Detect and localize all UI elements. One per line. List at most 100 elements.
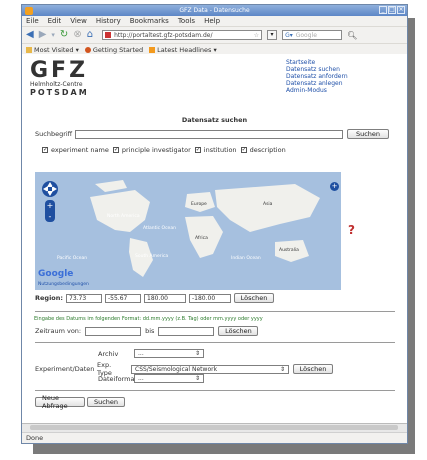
select-arrow-icon: ⇕ (194, 350, 200, 357)
link-datensatz-suchen[interactable]: Datensatz suchen (286, 66, 348, 73)
url-dropdown-button[interactable]: ▾ (267, 30, 278, 40)
map-pan-zoom-control[interactable]: + - (41, 180, 59, 226)
folder-icon (26, 46, 32, 53)
help-icon[interactable]: ? (348, 224, 360, 237)
map-label-asia: Asia (263, 202, 273, 207)
archive-label: Archiv (98, 349, 119, 358)
status-bar: Done (22, 432, 407, 443)
search-box[interactable]: G▾ Google (282, 30, 343, 40)
checkbox-principle-investigator[interactable]: ✓ principle investigator (112, 146, 191, 154)
rss-feed-icon (149, 46, 156, 53)
map-continents (90, 180, 320, 277)
menu-view[interactable]: View (70, 17, 87, 25)
menu-edit[interactable]: Edit (48, 17, 62, 25)
checkbox-institution[interactable]: ✓ institution (194, 146, 237, 154)
time-row: Zeitraum von: bis Löschen (35, 326, 259, 336)
title-bar: GFZ Data - Datensuche _ □ × (22, 5, 407, 16)
world-map[interactable]: North America Atlantic Ocean South Ameri… (35, 172, 341, 290)
svg-text:+: + (47, 201, 54, 210)
close-button[interactable]: × (397, 6, 405, 14)
bookmark-star-icon[interactable]: ☆ (254, 32, 259, 39)
map-label-pacific: Pacific Ocean (57, 256, 88, 261)
region-clear-button[interactable]: Löschen (234, 293, 274, 303)
action-row: Neue Abfrage Suchen (35, 394, 125, 410)
menu-bookmarks[interactable]: Bookmarks (130, 17, 169, 25)
map-label-south-america: South America (135, 254, 169, 259)
menu-help[interactable]: Help (204, 17, 220, 25)
checkbox-experiment-name[interactable]: ✓ experiment name (42, 146, 109, 154)
forward-arrow-icon[interactable]: ▶ (39, 30, 47, 40)
divider (35, 390, 395, 391)
menu-bar: Eile Edit View History Bookmarks Tools H… (22, 16, 407, 27)
new-query-button[interactable]: Neue Abfrage (35, 394, 85, 410)
bookmark-latest-headlines[interactable]: Latest Headlines ▾ (149, 46, 217, 54)
region-row: Region: 73.73 -55.67 180.00 -180.00 Lösc… (35, 293, 274, 303)
link-admin-modus[interactable]: Admin-Modus (286, 87, 348, 94)
region-south-input[interactable]: -55.67 (105, 293, 141, 303)
menu-history[interactable]: History (96, 17, 121, 25)
map-label-africa: Africa (195, 236, 208, 241)
search-button[interactable]: Suchen (347, 129, 389, 139)
link-datensatz-anlegen[interactable]: Datensatz anlegen (286, 80, 348, 87)
back-arrow-icon[interactable]: ◀ (26, 30, 34, 40)
minimize-button[interactable]: _ (379, 6, 387, 14)
select-arrow-icon: ⇕ (279, 365, 285, 373)
search-icon[interactable]: 🔍︎ (347, 31, 357, 40)
site-favicon (105, 32, 112, 38)
format-label: Dateiformat (98, 374, 138, 383)
search-fields-options: ✓ experiment name ✓ principle investigator… (42, 146, 286, 154)
home-icon[interactable]: ⌂ (87, 30, 93, 40)
archive-row: Archiv ... ⇕ (98, 349, 204, 358)
map-label-europe: Europe (191, 202, 207, 207)
section-title: Datensatz suchen (181, 116, 248, 124)
top-navigation: Startseite Datensatz suchen Datensatz an… (286, 59, 348, 94)
bookmark-getting-started[interactable]: Getting Started (84, 46, 143, 54)
link-datensatz-anfordern[interactable]: Datensatz anfordern (286, 73, 348, 80)
map-layer-switcher-icon[interactable]: + (330, 182, 339, 191)
logo-gfz: GFZ (30, 58, 89, 83)
region-label: Region: (35, 294, 63, 302)
logo-line2: POTSDAM (30, 88, 89, 97)
region-east-input[interactable]: 180.00 (144, 293, 186, 303)
region-west-input[interactable]: -180.00 (189, 293, 231, 303)
divider (35, 311, 395, 312)
menu-tools[interactable]: Tools (178, 17, 195, 25)
horizontal-scrollbar[interactable] (22, 423, 407, 432)
maximize-button[interactable]: □ (388, 6, 396, 14)
browser-window: GFZ Data - Datensuche _ □ × Eile Edit Vi… (21, 4, 408, 444)
search-input[interactable] (75, 129, 343, 139)
checkbox-description[interactable]: ✓ description (240, 146, 286, 154)
search-row: Suchbegriff Suchen (35, 129, 389, 139)
page-content: GFZ Helmholtz-Centre POTSDAM Startseite … (22, 54, 407, 423)
menu-file[interactable]: Eile (26, 17, 39, 25)
exp-group-label: Experiment/Daten (35, 365, 95, 373)
exp-clear-button[interactable]: Löschen (293, 364, 333, 374)
time-from-label: Zeitraum von: (35, 327, 82, 335)
select-arrow-icon: ⇕ (194, 375, 200, 382)
archive-select[interactable]: ... ⇕ (134, 349, 204, 358)
submit-search-button[interactable]: Suchen (87, 397, 125, 407)
time-to-label: bis (145, 327, 155, 335)
exp-type-select[interactable]: CSS/Seismological Network ⇕ (131, 364, 289, 374)
region-north-input[interactable]: 73.73 (66, 293, 102, 303)
map-label-north-america: North America (107, 214, 140, 219)
map-label-australia: Australia (279, 248, 299, 253)
map-terms-link[interactable]: Nutzungsbedingungen (38, 282, 89, 287)
reload-icon[interactable]: ↻ (60, 30, 68, 40)
scrollbar-thumb[interactable] (30, 425, 398, 430)
status-text: Done (26, 434, 44, 442)
google-logo: Google (38, 269, 74, 279)
gfz-logo: GFZ Helmholtz-Centre POTSDAM (30, 58, 89, 97)
time-to-input[interactable] (158, 326, 215, 336)
link-startseite[interactable]: Startseite (286, 59, 348, 66)
format-select[interactable]: ... ⇕ (134, 374, 204, 383)
time-from-input[interactable] (85, 326, 142, 336)
time-clear-button[interactable]: Löschen (218, 326, 259, 336)
window-title: GFZ Data - Datensuche (179, 7, 250, 14)
stop-icon[interactable]: ⊗ (73, 30, 81, 40)
search-engine-icon[interactable]: G▾ (285, 32, 293, 39)
bookmark-most-visited[interactable]: Most Visited ▾ (26, 46, 79, 54)
url-bar[interactable]: http://portaltest.gfz-potsdam.de/ ☆ (102, 30, 263, 40)
firefox-icon (84, 46, 91, 53)
history-dropdown-icon[interactable]: ▾ (51, 30, 55, 40)
